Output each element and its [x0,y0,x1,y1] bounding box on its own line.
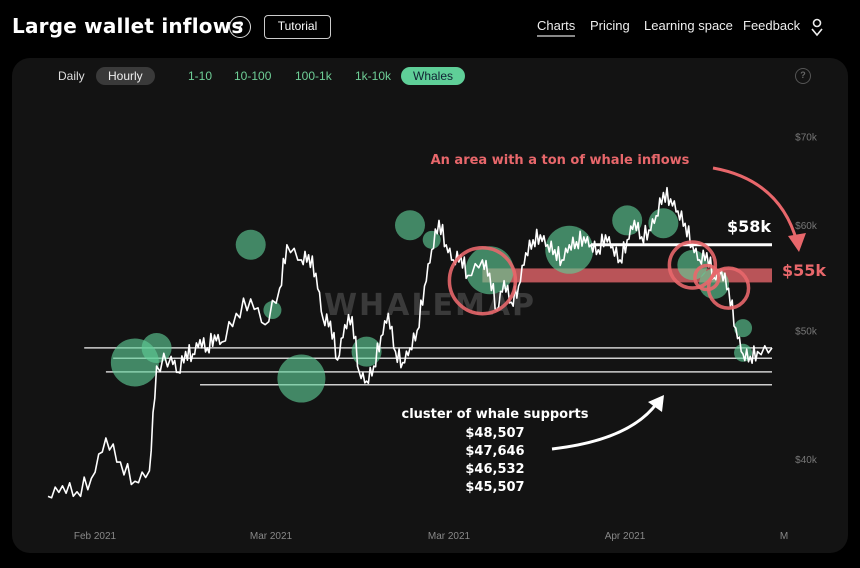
x-tick-label: Mar 2021 [250,531,293,542]
zone-annotation-text: An area with a ton of whale inflows [431,153,690,168]
whale-bubble [141,333,172,364]
x-tick-label: Mar 2021 [428,531,471,542]
y-axis: $70k $60k $50k $40k [795,132,818,466]
support-value: $45,507 [465,480,524,495]
y-tick-label: $60k [795,221,818,232]
whale-bubble [395,210,425,241]
y-tick-label: $50k [795,326,818,337]
support-value: $47,646 [465,444,524,459]
chart: WHALEMAP $70k$60k$50k$40k Feb 2021 Mar 20… [47,132,827,542]
resistance-label: $58k [727,217,771,236]
whale-bubble [612,205,643,236]
x-tick-label: Apr 2021 [605,531,646,542]
support-title: cluster of whale supports [402,407,589,422]
whale-bubble [277,354,326,403]
annotations: An area with a ton of whale inflows $58k… [402,153,827,495]
zone-arrowhead-icon [788,233,806,252]
y-tick-label: $70k [795,132,818,143]
x-axis: Feb 2021 Mar 2021 Mar 2021 Apr 2021 M [74,531,788,542]
support-value: $46,532 [465,462,524,477]
y-tick-label: $40k [795,455,818,466]
zone-label: $55k [782,261,826,280]
x-tick-label: M [780,531,788,542]
x-tick-label: Feb 2021 [74,531,117,542]
whale-bubble [235,229,266,260]
support-lines [84,347,772,386]
support-value: $48,507 [465,426,524,441]
whale-bubble [648,208,679,239]
